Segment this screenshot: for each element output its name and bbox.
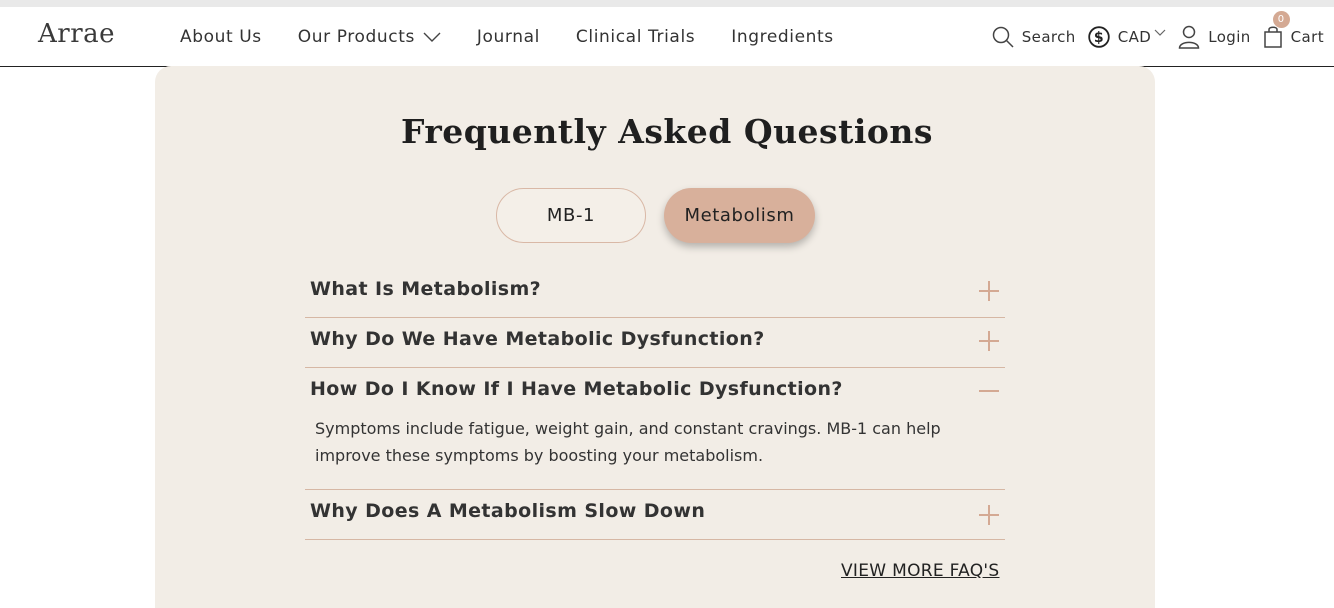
nav-item-about-us[interactable]: About Us	[180, 27, 262, 47]
faq-question[interactable]: What Is Metabolism?	[310, 278, 541, 300]
plus-icon[interactable]	[978, 330, 1000, 352]
tab-metabolism[interactable]: Metabolism	[664, 188, 815, 243]
faq-answer: Symptoms include fatigue, weight gain, a…	[315, 419, 941, 465]
faq-question[interactable]: Why Do We Have Metabolic Dysfunction?	[310, 328, 765, 350]
faq-item[interactable]: What Is Metabolism?	[305, 268, 1005, 318]
chevron-down-icon	[423, 27, 441, 47]
faq-title: Frequently Asked Questions	[400, 112, 933, 151]
nav-item-our-products-label: Our Products	[297, 27, 415, 47]
currency-label: CAD	[1117, 28, 1152, 46]
user-icon	[1178, 25, 1200, 49]
nav-item-ingredients[interactable]: Ingredients	[731, 27, 834, 47]
svg-text:$: $	[1094, 30, 1104, 46]
faq-question[interactable]: Why Does A Metabolism Slow Down	[310, 500, 705, 522]
tab-mb-1[interactable]: MB-1	[496, 188, 646, 243]
search-label: Search	[1021, 28, 1076, 46]
shopping-bag-icon	[1263, 26, 1282, 48]
minus-icon[interactable]	[978, 380, 1000, 402]
login-label: Login	[1208, 28, 1251, 46]
currency-selector[interactable]: $ CAD	[1088, 26, 1167, 48]
nav-item-clinical-trials[interactable]: Clinical Trials	[576, 27, 695, 47]
dollar-icon: $	[1088, 26, 1110, 48]
brand-logo[interactable]: Arrae	[38, 19, 115, 49]
browser-top-strip	[0, 0, 1334, 7]
chevron-down-icon	[1154, 29, 1166, 36]
plus-icon[interactable]	[978, 504, 1000, 526]
nav-item-our-products[interactable]: Our Products	[298, 27, 441, 47]
faq-item[interactable]: Why Do We Have Metabolic Dysfunction?	[305, 318, 1005, 368]
utility-nav: Search $ CAD Login 0 Cart	[980, 7, 1324, 67]
cart-label: Cart	[1290, 28, 1324, 46]
view-more-faqs-link[interactable]: VIEW MORE FAQ'S	[841, 561, 1000, 581]
faq-item-expanded[interactable]: How Do I Know If I Have Metabolic Dysfun…	[305, 368, 1005, 490]
search-link[interactable]: Search	[992, 26, 1076, 48]
login-link[interactable]: Login	[1178, 25, 1250, 49]
faq-divider	[305, 539, 1005, 540]
search-icon	[992, 26, 1014, 48]
faq-item[interactable]: Why Does A Metabolism Slow Down	[305, 490, 1005, 540]
cart-count-badge: 0	[1272, 11, 1290, 28]
nav-item-journal[interactable]: Journal	[477, 27, 540, 47]
faq-question[interactable]: How Do I Know If I Have Metabolic Dysfun…	[310, 378, 843, 400]
plus-icon[interactable]	[978, 280, 1000, 302]
main-nav: About Us Our Products Journal Clinical T…	[180, 7, 870, 67]
site-header: Arrae About Us Our Products Journal Clin…	[0, 7, 1334, 67]
cart-link[interactable]: 0 Cart	[1263, 11, 1324, 49]
